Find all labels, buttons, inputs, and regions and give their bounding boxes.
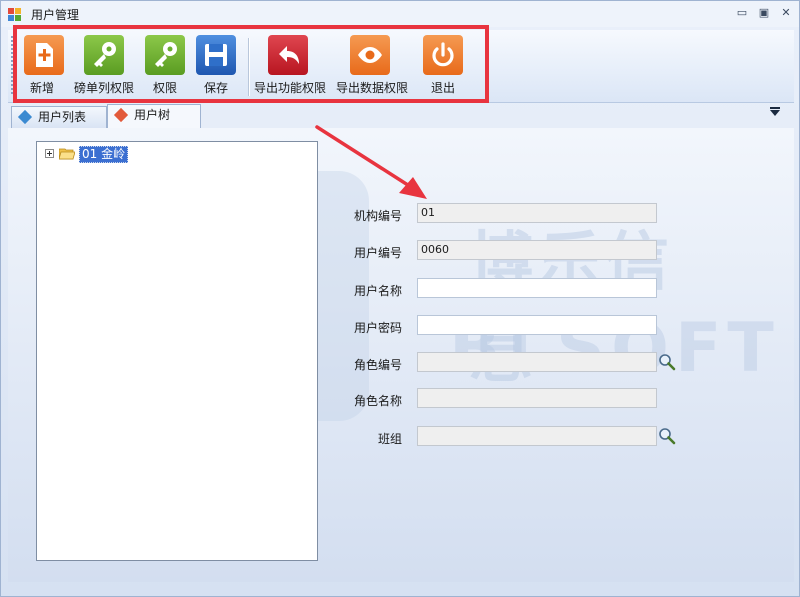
- key-icon: [145, 35, 185, 75]
- toolbar-separator: [248, 38, 250, 96]
- team-field[interactable]: [417, 426, 657, 446]
- expand-icon[interactable]: [45, 149, 54, 158]
- weigh-column-permission-label: 磅单列权限: [74, 81, 135, 95]
- save-button[interactable]: 保存: [195, 30, 239, 102]
- org-code-label: 机构编号: [353, 209, 402, 223]
- user-password-field[interactable]: [417, 315, 657, 335]
- tab-user-tree[interactable]: 用户树: [107, 104, 201, 129]
- tab-icon: [113, 107, 129, 123]
- undo-arrow-icon: [268, 35, 308, 75]
- key-icon: [84, 35, 124, 75]
- minimize-button[interactable]: ▭: [735, 7, 749, 19]
- app-icon: [8, 8, 22, 21]
- export-function-permission-label: 导出功能权限: [254, 81, 327, 95]
- eye-icon: [350, 35, 390, 75]
- add-button[interactable]: 新增: [22, 30, 66, 102]
- permission-button-label: 权限: [153, 81, 178, 95]
- tree-node-label[interactable]: 01 金岭: [79, 146, 129, 163]
- role-name-label: 角色名称: [353, 394, 402, 408]
- folder-icon: [58, 147, 76, 160]
- role-name-field[interactable]: [417, 388, 657, 408]
- export-function-permission-button[interactable]: 导出功能权限: [253, 30, 327, 102]
- toolbar-grip[interactable]: [11, 36, 14, 96]
- user-tree[interactable]: 01 金岭: [36, 141, 318, 561]
- user-code-label: 用户编号: [353, 246, 402, 260]
- team-label: 班组: [377, 432, 402, 446]
- exit-button-label: 退出: [431, 81, 456, 95]
- team-search-icon[interactable]: [658, 427, 676, 445]
- user-code-field[interactable]: 0060: [417, 240, 657, 260]
- maximize-icon: ▣: [758, 6, 770, 19]
- org-code-field[interactable]: 01: [417, 203, 657, 223]
- export-data-permission-button[interactable]: 导出数据权限: [335, 30, 409, 102]
- close-icon: ✕: [781, 6, 791, 19]
- user-name-label: 用户名称: [353, 284, 402, 298]
- save-button-label: 保存: [204, 81, 229, 95]
- tab-user-list-label: 用户列表: [38, 110, 87, 124]
- role-code-label: 角色编号: [353, 358, 402, 372]
- tab-icon: [17, 109, 33, 125]
- floppy-disk-icon: [196, 35, 236, 75]
- window-title: 用户管理: [31, 8, 80, 22]
- tab-user-tree-label: 用户树: [134, 108, 171, 122]
- role-code-field[interactable]: [417, 352, 657, 372]
- tab-strip: 用户列表 用户树: [8, 104, 794, 129]
- add-button-label: 新增: [30, 81, 55, 95]
- close-button[interactable]: ✕: [779, 7, 793, 19]
- tab-overflow-dropdown-icon[interactable]: [770, 107, 780, 116]
- power-icon: [423, 35, 463, 75]
- user-password-label: 用户密码: [353, 321, 402, 335]
- toolbar: 新增 磅单列权限 权限 保存 导出功能权限 导出数据权限 退出: [8, 30, 794, 103]
- minimize-icon: ▭: [736, 6, 748, 19]
- tab-user-list[interactable]: 用户列表: [11, 106, 107, 128]
- exit-button[interactable]: 退出: [422, 30, 466, 102]
- user-name-field[interactable]: [417, 278, 657, 298]
- role-code-search-icon[interactable]: [658, 353, 676, 371]
- maximize-button[interactable]: ▣: [757, 7, 771, 19]
- weigh-column-permission-button[interactable]: 磅单列权限: [74, 30, 136, 102]
- export-data-permission-label: 导出数据权限: [336, 81, 409, 95]
- permission-button[interactable]: 权限: [144, 30, 188, 102]
- user-management-window: 用户管理 ▭ ▣ ✕ 新增 磅单列权限 权限 保存 导出功能权限 导出数据权限 …: [0, 0, 800, 597]
- title-bar: 用户管理 ▭ ▣ ✕: [1, 1, 799, 27]
- add-document-icon: [24, 35, 64, 75]
